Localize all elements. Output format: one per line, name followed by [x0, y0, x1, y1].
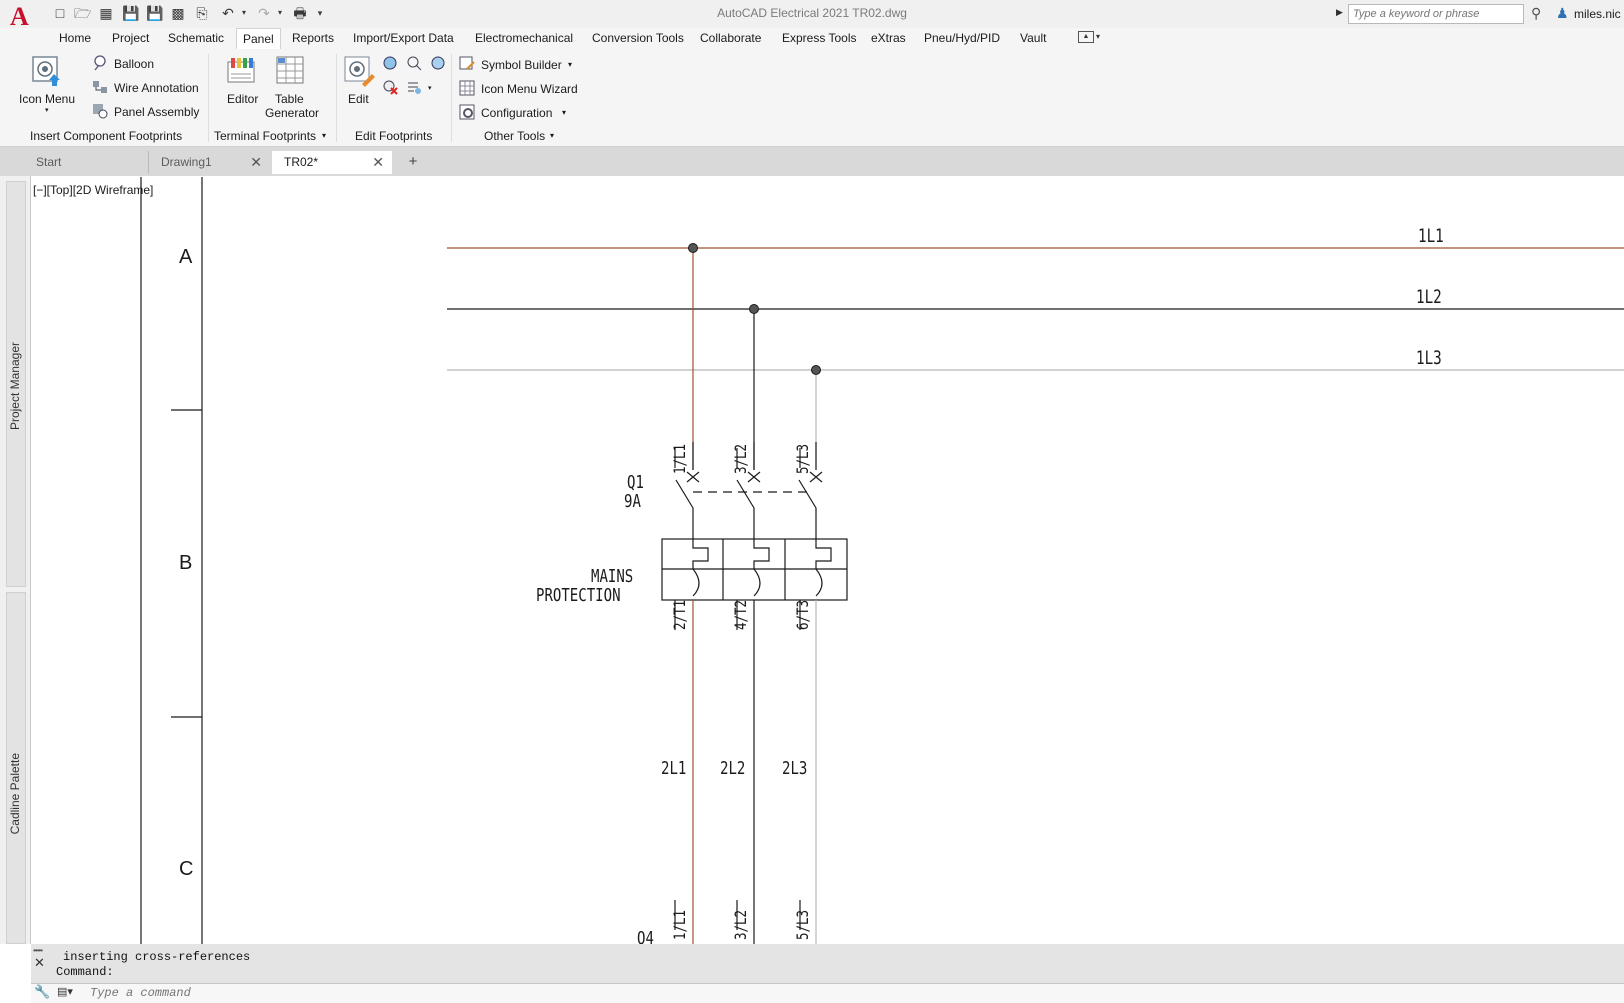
command-history: inserting cross-references Command:	[56, 950, 251, 980]
command-history-panel	[31, 944, 1624, 984]
junction-dot	[749, 304, 759, 314]
pin-label-bottom-3: 6/T3	[793, 599, 812, 630]
device-rating: 9A	[624, 491, 641, 512]
pin-label-top-3: 5/L3	[793, 443, 812, 474]
pin-label-bottom-1: 2/T1	[670, 599, 689, 630]
row-label-c: C	[179, 858, 194, 880]
close-command-icon[interactable]: ✕	[34, 955, 45, 971]
pin-label-lower-2: 3/L2	[731, 909, 750, 940]
wire-label-2l3: 2L3	[782, 758, 808, 779]
device-description-1: MAINS	[591, 566, 634, 587]
row-label-a: A	[179, 246, 193, 268]
wire-label-2l2: 2L2	[720, 758, 746, 779]
device-tag[interactable]: Q1	[627, 472, 644, 493]
bus-label-1l2: 1L2	[1416, 286, 1442, 308]
command-history-line: Command:	[56, 965, 114, 979]
row-label-b: B	[179, 552, 193, 574]
command-prompt-icon[interactable]: ▤▾	[57, 985, 73, 998]
command-grip-icon[interactable]: •••••	[33, 946, 43, 955]
pin-label-top-1: 1/L1	[670, 443, 689, 474]
junction-dot	[811, 365, 821, 375]
junction-dot	[688, 243, 698, 253]
pin-label-bottom-2: 4/T2	[731, 599, 750, 630]
command-input[interactable]	[90, 985, 990, 1001]
lower-device-tag: Q4	[637, 928, 654, 944]
command-history-line: inserting cross-references	[63, 950, 251, 964]
pin-label-lower-1: 1/L1	[670, 909, 689, 940]
wire-label-2l1: 2L1	[661, 758, 687, 779]
device-description-2: PROTECTION	[536, 585, 621, 606]
schematic-drawing	[140, 177, 1624, 944]
protection-block	[661, 538, 848, 601]
pin-label-lower-3: 5/L3	[793, 909, 812, 940]
customize-wrench-icon[interactable]: 🔧	[34, 984, 50, 1000]
pin-label-top-2: 3/L2	[731, 443, 750, 474]
bus-label-1l3: 1L3	[1416, 347, 1442, 369]
bus-label-1l1: 1L1	[1418, 225, 1444, 247]
